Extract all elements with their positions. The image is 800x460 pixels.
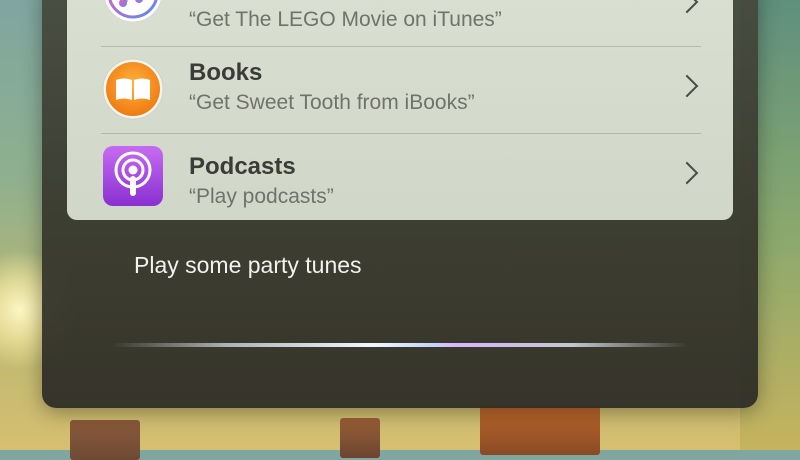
chevron-right-icon [675,0,699,14]
books-icon [102,58,164,120]
chevron-right-icon [675,74,699,98]
rock-formation [480,405,600,455]
result-subtitle: “Play podcasts” [189,185,334,208]
result-title: Podcasts [189,153,296,180]
itunes-icon [104,0,162,23]
siri-results-card: “Get The LEGO Movie on iTunes” Books “Ge… [67,0,733,220]
rock-formation [70,420,140,460]
chevron-right-icon [675,161,699,185]
result-row-podcasts[interactable]: Podcasts “Play podcasts” [101,133,701,220]
rock-formation [340,418,380,458]
result-subtitle: “Get Sweet Tooth from iBooks” [189,91,475,114]
result-row-itunes[interactable]: “Get The LEGO Movie on iTunes” [101,0,701,46]
result-row-books[interactable]: Books “Get Sweet Tooth from iBooks” [101,46,701,133]
podcasts-icon [103,146,163,206]
siri-waveform[interactable] [112,343,688,347]
result-title: Books [189,59,263,86]
siri-query-text: Play some party tunes [134,252,362,278]
siri-window: “Get The LEGO Movie on iTunes” Books “Ge… [42,0,758,408]
result-subtitle: “Get The LEGO Movie on iTunes” [189,8,502,31]
